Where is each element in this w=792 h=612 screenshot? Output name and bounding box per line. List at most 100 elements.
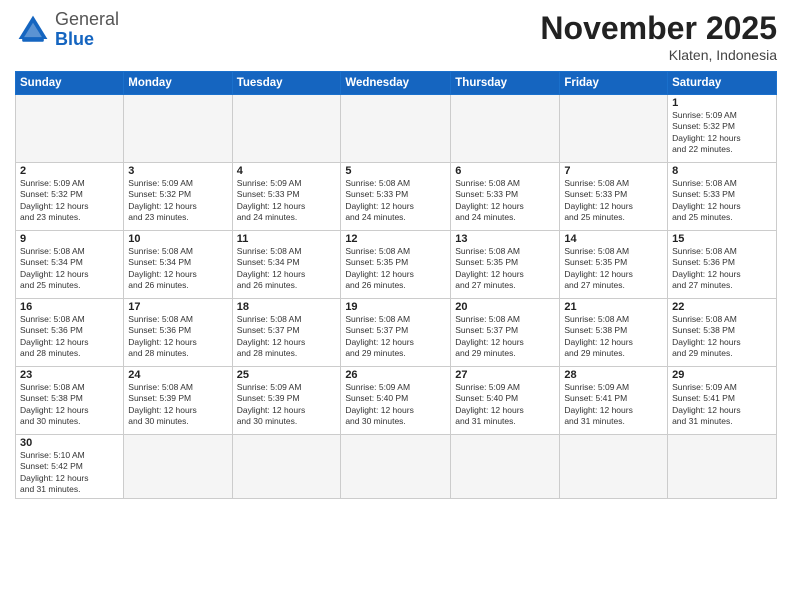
table-row: 7Sunrise: 5:08 AM Sunset: 5:33 PM Daylig… <box>560 163 668 231</box>
day-info: Sunrise: 5:08 AM Sunset: 5:38 PM Dayligh… <box>672 314 772 360</box>
table-row <box>232 435 341 499</box>
day-info: Sunrise: 5:09 AM Sunset: 5:41 PM Dayligh… <box>672 382 772 428</box>
calendar-row: 30Sunrise: 5:10 AM Sunset: 5:42 PM Dayli… <box>16 435 777 499</box>
table-row: 18Sunrise: 5:08 AM Sunset: 5:37 PM Dayli… <box>232 299 341 367</box>
day-number: 28 <box>564 369 663 381</box>
day-number: 10 <box>128 233 227 245</box>
day-info: Sunrise: 5:08 AM Sunset: 5:34 PM Dayligh… <box>128 246 227 292</box>
day-info: Sunrise: 5:09 AM Sunset: 5:32 PM Dayligh… <box>672 110 772 156</box>
logo-text: General Blue <box>55 10 119 50</box>
day-number: 13 <box>455 233 555 245</box>
table-row: 27Sunrise: 5:09 AM Sunset: 5:40 PM Dayli… <box>451 367 560 435</box>
table-row: 6Sunrise: 5:08 AM Sunset: 5:33 PM Daylig… <box>451 163 560 231</box>
table-row: 21Sunrise: 5:08 AM Sunset: 5:38 PM Dayli… <box>560 299 668 367</box>
table-row: 13Sunrise: 5:08 AM Sunset: 5:35 PM Dayli… <box>451 231 560 299</box>
day-info: Sunrise: 5:08 AM Sunset: 5:34 PM Dayligh… <box>20 246 119 292</box>
header: General Blue November 2025 Klaten, Indon… <box>15 10 777 63</box>
table-row: 1Sunrise: 5:09 AM Sunset: 5:32 PM Daylig… <box>668 95 777 163</box>
logo-general: General <box>55 9 119 29</box>
day-info: Sunrise: 5:08 AM Sunset: 5:37 PM Dayligh… <box>455 314 555 360</box>
day-number: 8 <box>672 165 772 177</box>
table-row <box>16 95 124 163</box>
table-row: 19Sunrise: 5:08 AM Sunset: 5:37 PM Dayli… <box>341 299 451 367</box>
day-info: Sunrise: 5:08 AM Sunset: 5:33 PM Dayligh… <box>455 178 555 224</box>
table-row <box>232 95 341 163</box>
table-row: 4Sunrise: 5:09 AM Sunset: 5:33 PM Daylig… <box>232 163 341 231</box>
table-row <box>451 95 560 163</box>
day-number: 1 <box>672 97 772 109</box>
calendar-row: 1Sunrise: 5:09 AM Sunset: 5:32 PM Daylig… <box>16 95 777 163</box>
day-info: Sunrise: 5:08 AM Sunset: 5:34 PM Dayligh… <box>237 246 337 292</box>
day-info: Sunrise: 5:08 AM Sunset: 5:37 PM Dayligh… <box>345 314 446 360</box>
day-info: Sunrise: 5:08 AM Sunset: 5:33 PM Dayligh… <box>345 178 446 224</box>
day-number: 20 <box>455 301 555 313</box>
day-number: 27 <box>455 369 555 381</box>
day-number: 26 <box>345 369 446 381</box>
table-row <box>341 95 451 163</box>
day-info: Sunrise: 5:09 AM Sunset: 5:33 PM Dayligh… <box>237 178 337 224</box>
day-number: 18 <box>237 301 337 313</box>
day-info: Sunrise: 5:09 AM Sunset: 5:39 PM Dayligh… <box>237 382 337 428</box>
location: Klaten, Indonesia <box>540 47 777 63</box>
day-number: 6 <box>455 165 555 177</box>
calendar: Sunday Monday Tuesday Wednesday Thursday… <box>15 71 777 499</box>
day-info: Sunrise: 5:08 AM Sunset: 5:35 PM Dayligh… <box>455 246 555 292</box>
table-row: 20Sunrise: 5:08 AM Sunset: 5:37 PM Dayli… <box>451 299 560 367</box>
table-row: 5Sunrise: 5:08 AM Sunset: 5:33 PM Daylig… <box>341 163 451 231</box>
day-info: Sunrise: 5:08 AM Sunset: 5:39 PM Dayligh… <box>128 382 227 428</box>
day-number: 2 <box>20 165 119 177</box>
table-row: 29Sunrise: 5:09 AM Sunset: 5:41 PM Dayli… <box>668 367 777 435</box>
day-number: 15 <box>672 233 772 245</box>
page: General Blue November 2025 Klaten, Indon… <box>0 0 792 612</box>
day-number: 16 <box>20 301 119 313</box>
day-number: 21 <box>564 301 663 313</box>
title-block: November 2025 Klaten, Indonesia <box>540 10 777 63</box>
header-wednesday: Wednesday <box>341 72 451 95</box>
day-info: Sunrise: 5:10 AM Sunset: 5:42 PM Dayligh… <box>20 450 119 496</box>
day-info: Sunrise: 5:09 AM Sunset: 5:32 PM Dayligh… <box>20 178 119 224</box>
table-row <box>668 435 777 499</box>
table-row: 16Sunrise: 5:08 AM Sunset: 5:36 PM Dayli… <box>16 299 124 367</box>
logo-blue: Blue <box>55 29 94 49</box>
day-number: 14 <box>564 233 663 245</box>
table-row: 14Sunrise: 5:08 AM Sunset: 5:35 PM Dayli… <box>560 231 668 299</box>
table-row: 3Sunrise: 5:09 AM Sunset: 5:32 PM Daylig… <box>124 163 232 231</box>
day-number: 9 <box>20 233 119 245</box>
day-number: 5 <box>345 165 446 177</box>
table-row: 30Sunrise: 5:10 AM Sunset: 5:42 PM Dayli… <box>16 435 124 499</box>
day-info: Sunrise: 5:08 AM Sunset: 5:35 PM Dayligh… <box>564 246 663 292</box>
table-row: 28Sunrise: 5:09 AM Sunset: 5:41 PM Dayli… <box>560 367 668 435</box>
day-number: 29 <box>672 369 772 381</box>
day-number: 19 <box>345 301 446 313</box>
day-number: 30 <box>20 437 119 449</box>
weekday-header-row: Sunday Monday Tuesday Wednesday Thursday… <box>16 72 777 95</box>
table-row: 2Sunrise: 5:09 AM Sunset: 5:32 PM Daylig… <box>16 163 124 231</box>
day-info: Sunrise: 5:08 AM Sunset: 5:33 PM Dayligh… <box>672 178 772 224</box>
day-number: 22 <box>672 301 772 313</box>
day-info: Sunrise: 5:08 AM Sunset: 5:38 PM Dayligh… <box>564 314 663 360</box>
calendar-row: 23Sunrise: 5:08 AM Sunset: 5:38 PM Dayli… <box>16 367 777 435</box>
day-info: Sunrise: 5:08 AM Sunset: 5:33 PM Dayligh… <box>564 178 663 224</box>
table-row <box>451 435 560 499</box>
calendar-row: 9Sunrise: 5:08 AM Sunset: 5:34 PM Daylig… <box>16 231 777 299</box>
day-info: Sunrise: 5:08 AM Sunset: 5:38 PM Dayligh… <box>20 382 119 428</box>
day-info: Sunrise: 5:08 AM Sunset: 5:36 PM Dayligh… <box>672 246 772 292</box>
calendar-row: 16Sunrise: 5:08 AM Sunset: 5:36 PM Dayli… <box>16 299 777 367</box>
day-info: Sunrise: 5:08 AM Sunset: 5:37 PM Dayligh… <box>237 314 337 360</box>
table-row <box>124 435 232 499</box>
day-info: Sunrise: 5:09 AM Sunset: 5:32 PM Dayligh… <box>128 178 227 224</box>
day-number: 3 <box>128 165 227 177</box>
day-number: 7 <box>564 165 663 177</box>
table-row: 17Sunrise: 5:08 AM Sunset: 5:36 PM Dayli… <box>124 299 232 367</box>
day-info: Sunrise: 5:08 AM Sunset: 5:36 PM Dayligh… <box>20 314 119 360</box>
day-info: Sunrise: 5:09 AM Sunset: 5:41 PM Dayligh… <box>564 382 663 428</box>
logo: General Blue <box>15 10 119 50</box>
calendar-row: 2Sunrise: 5:09 AM Sunset: 5:32 PM Daylig… <box>16 163 777 231</box>
table-row: 9Sunrise: 5:08 AM Sunset: 5:34 PM Daylig… <box>16 231 124 299</box>
table-row: 25Sunrise: 5:09 AM Sunset: 5:39 PM Dayli… <box>232 367 341 435</box>
header-tuesday: Tuesday <box>232 72 341 95</box>
day-info: Sunrise: 5:09 AM Sunset: 5:40 PM Dayligh… <box>345 382 446 428</box>
header-thursday: Thursday <box>451 72 560 95</box>
header-friday: Friday <box>560 72 668 95</box>
table-row: 22Sunrise: 5:08 AM Sunset: 5:38 PM Dayli… <box>668 299 777 367</box>
